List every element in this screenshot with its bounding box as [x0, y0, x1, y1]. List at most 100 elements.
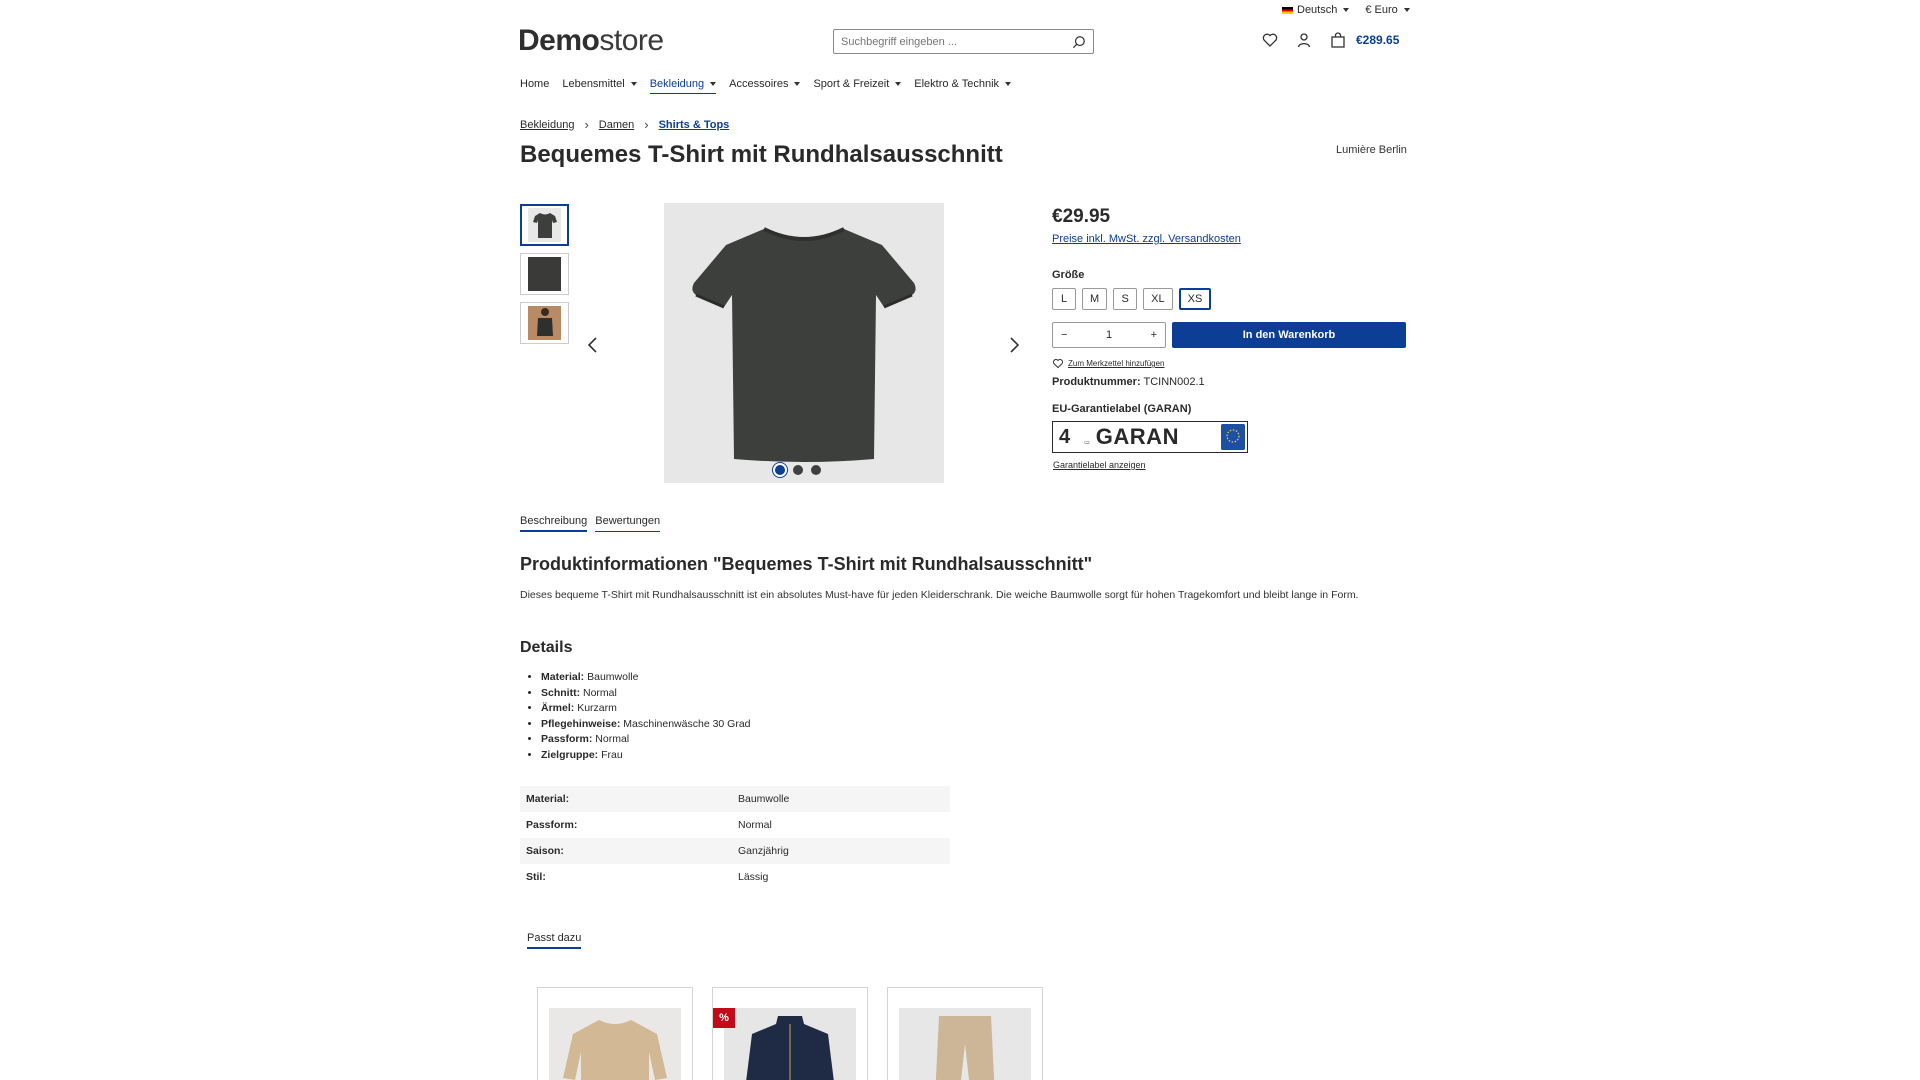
size-option-l[interactable]: L — [1052, 288, 1076, 310]
property-value: Normal — [738, 819, 772, 831]
product-card-image — [899, 1008, 1031, 1080]
tab-reviews[interactable]: Bewertungen — [595, 515, 661, 532]
garan-label-badge[interactable]: 4 ▭ GARAN — [1052, 421, 1248, 453]
size-options: L M S XL XS — [1052, 288, 1212, 310]
list-item: Pflegehinweise: Maschinenwäsche 30 Grad — [541, 717, 751, 733]
property-value: Ganzjährig — [732, 838, 950, 864]
size-option-s[interactable]: S — [1113, 288, 1138, 310]
minus-icon[interactable]: − — [1061, 329, 1067, 341]
chevron-right-icon: › — [644, 117, 649, 132]
tshirt-image — [532, 213, 557, 238]
breadcrumb-current[interactable]: Shirts & Tops — [659, 119, 730, 131]
garan-small-mark: ▭ — [1084, 439, 1090, 446]
shopping-bag-icon[interactable] — [1330, 32, 1346, 48]
wishlist-label: Zum Merkzettel hinzufügen — [1068, 359, 1165, 368]
size-label: Größe — [1052, 269, 1085, 281]
gallery-dot[interactable] — [775, 465, 785, 475]
property-key: Stil: — [526, 871, 546, 883]
tax-shipping-link[interactable]: Preise inkl. MwSt. zzgl. Versandkosten — [1052, 233, 1241, 245]
heart-icon — [1053, 359, 1063, 369]
detail-key: Ärmel: — [541, 702, 575, 715]
nav-item-lebensmittel[interactable]: Lebensmittel — [562, 78, 636, 94]
language-label: Deutsch — [1297, 4, 1338, 16]
add-to-wishlist[interactable]: Zum Merkzettel hinzufügen — [1052, 358, 1165, 369]
product-card[interactable] — [537, 987, 693, 1080]
store-logo[interactable]: Demostore — [518, 24, 664, 58]
product-card[interactable] — [887, 987, 1043, 1080]
thumbnail-detail[interactable] — [520, 253, 569, 295]
manufacturer-name[interactable]: Lumière Berlin — [1336, 144, 1407, 156]
detail-value: Normal — [583, 686, 617, 699]
eu-flag-icon — [1221, 424, 1245, 450]
detail-value: Normal — [595, 733, 630, 746]
sweater-image — [563, 1020, 667, 1080]
list-item: Ärmel: Kurzarm — [541, 701, 751, 717]
detail-key: Zielgruppe: — [541, 748, 599, 761]
product-price: €29.95 — [1052, 206, 1111, 227]
thumbnail-image — [528, 208, 561, 242]
detail-value: Maschinenwäsche 30 Grad — [623, 717, 751, 730]
breadcrumb-item[interactable]: Damen — [599, 119, 634, 131]
top-bar: Deutsch € Euro — [1282, 4, 1410, 16]
thumbnail-image — [528, 306, 561, 340]
size-option-xs[interactable]: XS — [1178, 288, 1212, 310]
table-row: Saison: Ganzjährig — [520, 838, 950, 864]
product-card-image — [549, 1008, 681, 1080]
tab-description[interactable]: Beschreibung — [520, 515, 588, 532]
thumbnail-image — [528, 257, 561, 291]
search-icon[interactable] — [1072, 35, 1086, 49]
main-navigation: Home Lebensmittel Bekleidung Accessoires… — [520, 78, 1011, 94]
thumbnail-front[interactable] — [520, 204, 569, 246]
detail-value: Frau — [601, 748, 623, 761]
jacket-image — [746, 1016, 834, 1080]
properties-table: Material: Baumwolle Passform: Normal Saiso… — [520, 786, 950, 890]
show-garan-label-link[interactable]: Garantielabel anzeigen — [1053, 460, 1146, 470]
product-description: Dieses bequeme T-Shirt mit Rundhalsaussc… — [520, 589, 1359, 601]
table-row: Material: Baumwolle — [520, 786, 950, 812]
product-card[interactable]: % — [712, 987, 868, 1080]
property-value: Baumwolle — [732, 786, 950, 812]
chevron-right-icon: › — [584, 117, 589, 132]
heart-icon[interactable] — [1262, 32, 1278, 48]
property-key: Passform: — [526, 819, 578, 831]
property-value: Lässig — [738, 871, 769, 883]
product-title: Bequemes T-Shirt mit Rundhalsausschnitt — [520, 141, 1003, 168]
model-image — [536, 308, 553, 336]
product-number: Produktnummer: TCINN002.1 — [1052, 376, 1205, 388]
search-input[interactable] — [834, 30, 1054, 53]
breadcrumb-item[interactable]: Bekleidung — [520, 119, 574, 131]
user-account-icon[interactable] — [1296, 32, 1312, 48]
details-list: Material: Baumwolle Schnitt: Normal Ärme… — [541, 670, 751, 764]
size-option-m[interactable]: M — [1082, 288, 1108, 310]
language-switcher[interactable]: Deutsch — [1282, 4, 1349, 16]
eu-label-heading: EU-Garantielabel (GARAN) — [1052, 403, 1192, 415]
previous-image-arrow-icon[interactable] — [586, 336, 600, 354]
size-option-xl[interactable]: XL — [1143, 288, 1173, 310]
tab-passt-dazu[interactable]: Passt dazu — [527, 932, 582, 949]
sale-badge: % — [713, 1008, 735, 1028]
logo-bold-text: Demo — [518, 24, 600, 57]
nav-item-accessoires[interactable]: Accessoires — [729, 78, 800, 94]
detail-value: Baumwolle — [587, 671, 639, 683]
gallery-dot[interactable] — [793, 465, 803, 475]
product-card-image — [724, 1008, 856, 1080]
product-number-value: TCINN002.1 — [1143, 376, 1205, 388]
product-tabs: Beschreibung Bewertungen — [520, 515, 661, 532]
gallery-dot[interactable] — [811, 465, 821, 475]
nav-item-elektro-technik[interactable]: Elektro & Technik — [914, 78, 1011, 94]
cart-total[interactable]: €289.65 — [1356, 33, 1399, 47]
product-main-image[interactable] — [664, 203, 944, 483]
details-heading: Details — [520, 639, 573, 656]
plus-icon[interactable]: + — [1151, 329, 1157, 341]
quantity-value[interactable]: 1 — [1106, 329, 1112, 341]
add-to-cart-button[interactable]: In den Warenkorb — [1172, 322, 1406, 348]
nav-item-sport-freizeit[interactable]: Sport & Freizeit — [813, 78, 901, 94]
thumbnail-model[interactable] — [520, 302, 569, 344]
nav-item-home[interactable]: Home — [520, 78, 549, 94]
next-image-arrow-icon[interactable] — [1007, 336, 1021, 354]
nav-item-bekleidung[interactable]: Bekleidung — [649, 78, 717, 94]
list-item: Passform: Normal — [541, 732, 751, 748]
currency-switcher[interactable]: € Euro — [1365, 4, 1409, 16]
property-key: Material: — [520, 786, 732, 812]
product-info-heading: Produktinformationen "Bequemes T-Shirt m… — [520, 554, 1093, 574]
